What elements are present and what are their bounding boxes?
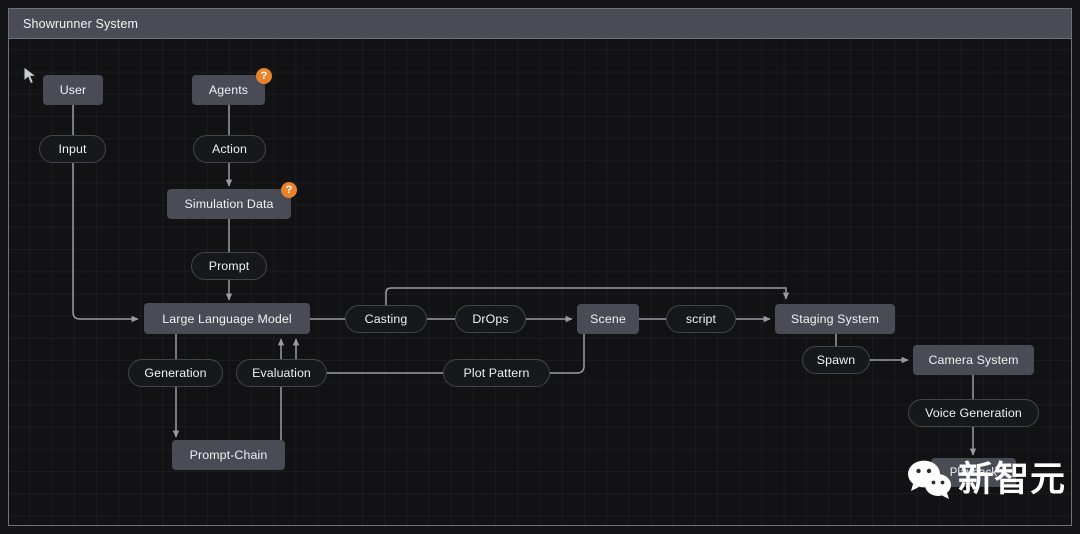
node-staging-system[interactable]: Staging System — [775, 304, 895, 334]
node-label: Action — [212, 142, 247, 156]
node-label: Agents — [209, 83, 248, 97]
node-label: Large Language Model — [162, 312, 291, 326]
node-label: Simulation Data — [185, 197, 274, 211]
node-label: DrOps — [472, 312, 508, 326]
node-label: Voice Generation — [925, 406, 1022, 420]
node-agents[interactable]: Agents ? — [192, 75, 265, 105]
node-camera-system[interactable]: Camera System — [913, 345, 1034, 375]
node-scene[interactable]: Scene — [577, 304, 639, 334]
question-badge-icon[interactable]: ? — [256, 68, 272, 84]
node-label: Evaluation — [252, 366, 311, 380]
node-label: Plot Pattern — [464, 366, 530, 380]
node-evaluation[interactable]: Evaluation — [236, 359, 327, 387]
node-label: User — [60, 83, 87, 97]
node-drops[interactable]: DrOps — [455, 305, 526, 333]
node-prompt[interactable]: Prompt — [191, 252, 267, 280]
window-titlebar: Showrunner System — [8, 8, 1072, 39]
watermark-text: 新智元 — [958, 463, 1066, 498]
wechat-watermark: 新智元 — [908, 460, 1066, 500]
node-label: Prompt — [209, 259, 250, 273]
node-generation[interactable]: Generation — [128, 359, 223, 387]
node-script[interactable]: script — [666, 305, 736, 333]
node-input[interactable]: Input — [39, 135, 106, 163]
edge-input-llm — [73, 163, 138, 319]
page-title: Showrunner System — [9, 17, 138, 31]
question-badge-icon[interactable]: ? — [281, 182, 297, 198]
node-prompt-chain[interactable]: Prompt-Chain — [172, 440, 285, 470]
node-label: script — [686, 312, 716, 326]
edge-layer — [0, 0, 1080, 534]
node-casting[interactable]: Casting — [345, 305, 427, 333]
node-plot-pattern[interactable]: Plot Pattern — [443, 359, 550, 387]
node-large-language-model[interactable]: Large Language Model — [144, 303, 310, 334]
node-label: Generation — [144, 366, 206, 380]
node-label: Scene — [590, 312, 626, 326]
node-label: Casting — [365, 312, 408, 326]
wechat-icon — [908, 460, 954, 500]
edge-plotpattern-scene — [550, 334, 584, 373]
diagram-app: User Agents ? Input Action Simulation Da… — [0, 0, 1080, 534]
node-label: Staging System — [791, 312, 879, 326]
node-action[interactable]: Action — [193, 135, 266, 163]
node-spawn[interactable]: Spawn — [802, 346, 870, 374]
node-user[interactable]: User — [43, 75, 103, 105]
node-voice-generation[interactable]: Voice Generation — [908, 399, 1039, 427]
mouse-pointer-icon — [22, 66, 38, 86]
node-label: Prompt-Chain — [190, 448, 268, 462]
node-label: Camera System — [928, 353, 1018, 367]
edge-casting-staging — [386, 288, 786, 305]
node-simulation-data[interactable]: Simulation Data ? — [167, 189, 291, 219]
node-label: Spawn — [817, 353, 855, 367]
node-label: Input — [58, 142, 86, 156]
